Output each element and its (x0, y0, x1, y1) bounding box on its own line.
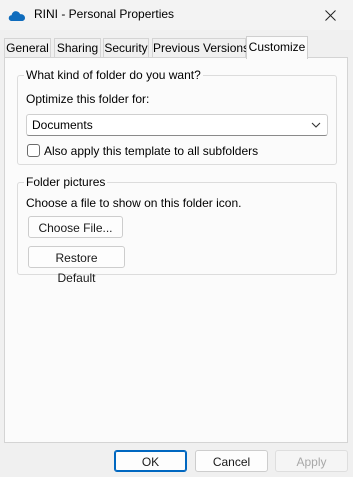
tab-general[interactable]: General (4, 38, 51, 57)
folder-type-group: What kind of folder do you want? Optimiz… (17, 68, 337, 165)
window-title: RINI - Personal Properties (34, 7, 175, 21)
restore-default-button[interactable]: Restore Default (28, 246, 125, 285)
optimize-label: Optimize this folder for: (26, 92, 150, 106)
optimize-dropdown-value: Documents (32, 118, 93, 132)
chevron-down-icon (311, 122, 321, 128)
apply-subfolders-checkbox[interactable] (27, 144, 40, 157)
apply-subfolders-label: Also apply this template to all subfolde… (44, 144, 259, 158)
tab-customize[interactable]: Customize (246, 36, 308, 59)
close-button[interactable] (307, 0, 353, 30)
ok-button[interactable]: OK (114, 450, 187, 472)
folder-type-legend: What kind of folder do you want? (24, 68, 203, 82)
customize-panel: What kind of folder do you want? Optimiz… (4, 57, 348, 443)
onedrive-cloud-icon (8, 11, 25, 21)
tab-previous-versions[interactable]: Previous Versions (152, 38, 249, 57)
apply-button[interactable]: Apply (275, 450, 348, 472)
folder-pictures-description: Choose a file to show on this folder ico… (26, 196, 242, 210)
title-bar: RINI - Personal Properties (0, 0, 353, 30)
choose-file-button[interactable]: Choose File... (28, 216, 123, 238)
folder-pictures-group: Folder pictures Choose a file to show on… (17, 175, 337, 285)
folder-pictures-legend: Folder pictures (24, 175, 108, 189)
tab-sharing[interactable]: Sharing (54, 38, 101, 57)
tab-security[interactable]: Security (103, 38, 149, 57)
close-icon (324, 9, 336, 21)
optimize-dropdown[interactable]: Documents (26, 114, 328, 136)
cancel-button[interactable]: Cancel (195, 450, 268, 472)
